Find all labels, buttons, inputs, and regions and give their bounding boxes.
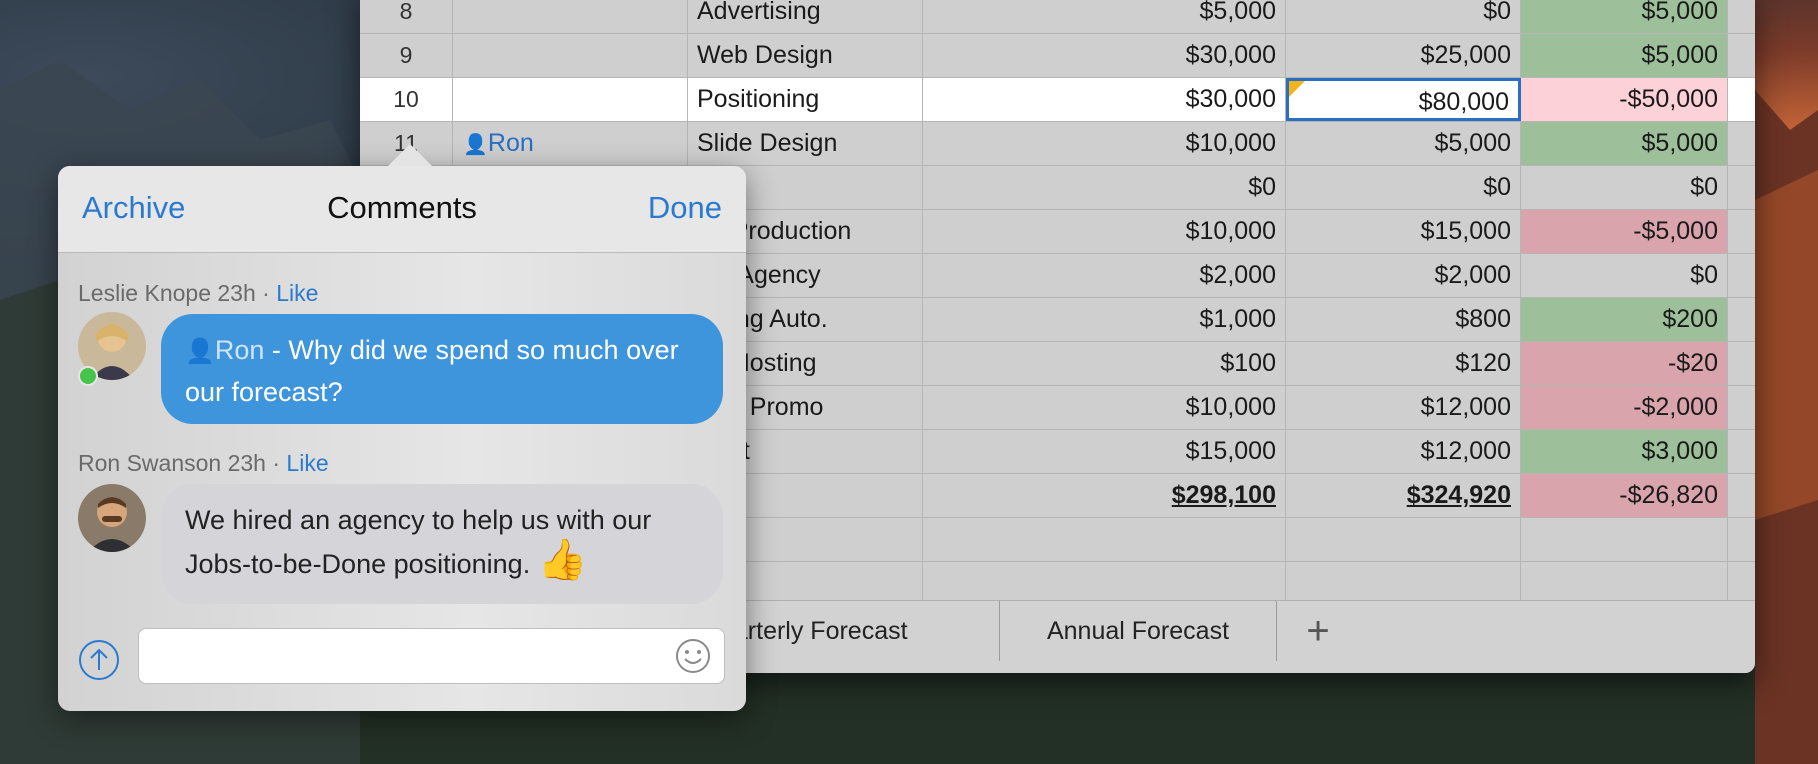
empty-cell[interactable] [1286, 518, 1521, 561]
tab-annual-forecast[interactable]: Annual Forecast [1000, 601, 1277, 661]
item-cell[interactable]: Positioning [688, 78, 923, 121]
thumbs-up-icon: 👍 [537, 538, 588, 582]
empty-cell[interactable] [1728, 78, 1755, 121]
variance-cell[interactable]: -$2,000 [1521, 386, 1728, 429]
add-sheet-button[interactable]: + [1298, 601, 1338, 661]
user-icon: 👤 [185, 338, 215, 365]
emoji-picker-icon[interactable] [674, 637, 712, 675]
forecast-cell[interactable]: $0 [923, 166, 1286, 209]
empty-cell[interactable] [1728, 254, 1755, 297]
empty-cell[interactable] [1728, 342, 1755, 385]
forecast-cell[interactable]: $1,000 [923, 298, 1286, 341]
forecast-cell[interactable]: $10,000 [923, 386, 1286, 429]
actual-cell[interactable]: $80,000 [1286, 78, 1521, 121]
variance-cell[interactable]: -$20 [1521, 342, 1728, 385]
row-number: 9 [360, 34, 453, 77]
variance-cell[interactable]: $5,000 [1521, 34, 1728, 77]
avatar [78, 484, 146, 552]
actual-cell[interactable]: $2,000 [1286, 254, 1521, 297]
variance-cell[interactable]: $0 [1521, 254, 1728, 297]
comment-bubble: We hired an agency to help us with our J… [161, 484, 723, 604]
archive-button[interactable]: Archive [82, 190, 185, 226]
table-row[interactable]: 11 👤Ron Slide Design $10,000 $5,000 $5,000 [360, 122, 1755, 166]
variance-cell[interactable]: $5,000 [1521, 0, 1728, 33]
comment-meta: Leslie Knope 23h · Like [78, 280, 319, 306]
comment-author: Leslie Knope [78, 280, 211, 306]
table-row[interactable]: 8 Advertising $5,000 $0 $5,000 [360, 0, 1755, 34]
user-icon: 👤 [463, 134, 488, 156]
item-cell[interactable]: Slide Design [688, 122, 923, 165]
comment-meta: Ron Swanson 23h · Like [78, 450, 329, 476]
empty-cell[interactable] [1728, 166, 1755, 209]
variance-cell[interactable]: $5,000 [1521, 122, 1728, 165]
forecast-cell[interactable]: $5,000 [923, 0, 1286, 33]
comment-flag-icon[interactable] [1289, 81, 1305, 97]
empty-cell[interactable] [923, 562, 1286, 605]
empty-cell[interactable] [1728, 122, 1755, 165]
mention-link[interactable]: Ron [215, 335, 265, 365]
actual-cell[interactable]: $120 [1286, 342, 1521, 385]
popover-header: Archive Comments Done [58, 166, 746, 253]
item-cell[interactable]: Web Design [688, 34, 923, 77]
empty-cell[interactable] [1728, 34, 1755, 77]
actual-cell[interactable]: $0 [1286, 0, 1521, 33]
empty-cell[interactable] [1728, 298, 1755, 341]
empty-cell[interactable] [1286, 562, 1521, 605]
variance-cell[interactable]: $200 [1521, 298, 1728, 341]
row-number: 10 [360, 78, 453, 121]
owner-cell[interactable] [453, 0, 688, 33]
empty-cell[interactable] [1728, 386, 1755, 429]
forecast-cell[interactable]: $30,000 [923, 78, 1286, 121]
empty-cell[interactable] [1728, 518, 1755, 561]
online-status-indicator [78, 366, 98, 386]
comments-popover: Archive Comments Done Leslie Knope 23h ·… [58, 144, 746, 711]
forecast-cell[interactable]: $30,000 [923, 34, 1286, 77]
forecast-cell[interactable]: $298,100 [923, 474, 1286, 517]
forecast-cell[interactable]: $10,000 [923, 210, 1286, 253]
forecast-cell[interactable]: $100 [923, 342, 1286, 385]
empty-cell[interactable] [1728, 0, 1755, 33]
actual-cell[interactable]: $12,000 [1286, 386, 1521, 429]
actual-cell[interactable]: $12,000 [1286, 430, 1521, 473]
table-row[interactable]: 9 Web Design $30,000 $25,000 $5,000 [360, 34, 1755, 78]
comment-time: 23h [227, 450, 266, 476]
done-button[interactable]: Done [648, 190, 722, 226]
variance-cell[interactable]: $0 [1521, 166, 1728, 209]
variance-cell[interactable]: $3,000 [1521, 430, 1728, 473]
like-button[interactable]: Like [286, 450, 328, 476]
comment-input[interactable] [138, 628, 725, 684]
forecast-cell[interactable]: $2,000 [923, 254, 1286, 297]
actual-cell[interactable]: $25,000 [1286, 34, 1521, 77]
empty-cell[interactable] [1728, 430, 1755, 473]
forecast-cell[interactable]: $10,000 [923, 122, 1286, 165]
row-number: 8 [360, 0, 453, 33]
variance-cell[interactable]: -$5,000 [1521, 210, 1728, 253]
actual-cell[interactable]: $15,000 [1286, 210, 1521, 253]
empty-cell[interactable] [923, 518, 1286, 561]
table-row[interactable]: 10 Positioning $30,000 $80,000 -$50,000 [360, 78, 1755, 122]
empty-cell[interactable] [1728, 210, 1755, 253]
comment-author: Ron Swanson [78, 450, 222, 476]
empty-cell[interactable] [1521, 562, 1728, 605]
owner-cell[interactable] [453, 78, 688, 121]
empty-cell[interactable] [1521, 518, 1728, 561]
item-cell[interactable]: Advertising [688, 0, 923, 33]
owner-cell[interactable] [453, 34, 688, 77]
actual-cell[interactable]: $5,000 [1286, 122, 1521, 165]
popover-arrow [388, 144, 432, 166]
comment-bubble: 👤Ron - Why did we spend so much over our… [161, 314, 723, 424]
actual-cell[interactable]: $324,920 [1286, 474, 1521, 517]
owner-name[interactable]: Ron [488, 129, 534, 157]
actual-cell[interactable]: $0 [1286, 166, 1521, 209]
empty-cell[interactable] [1728, 562, 1755, 605]
owner-cell[interactable]: 👤Ron [453, 122, 688, 165]
actual-cell[interactable]: $800 [1286, 298, 1521, 341]
empty-cell[interactable] [1728, 474, 1755, 517]
forecast-cell[interactable]: $15,000 [923, 430, 1286, 473]
variance-cell[interactable]: -$26,820 [1521, 474, 1728, 517]
comment-time: 23h [217, 280, 256, 306]
like-button[interactable]: Like [276, 280, 318, 306]
variance-cell[interactable]: -$50,000 [1521, 78, 1728, 121]
send-arrow-icon[interactable] [78, 639, 120, 681]
